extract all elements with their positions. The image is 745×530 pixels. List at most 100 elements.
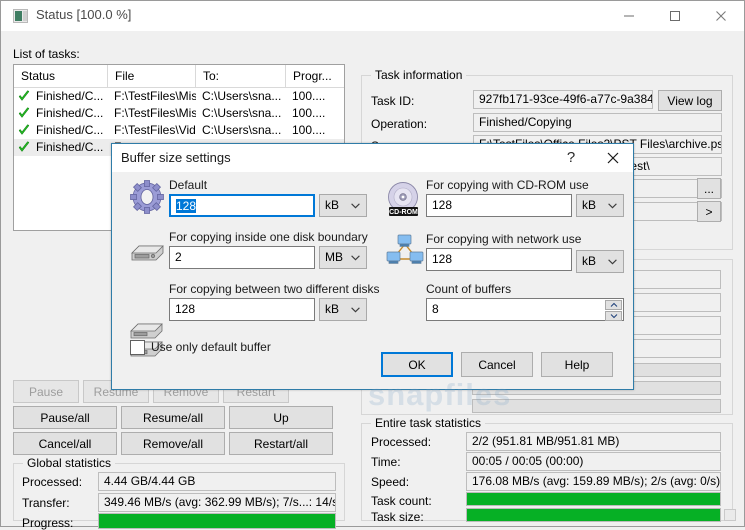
global-transfer-label: Transfer: <box>22 496 70 510</box>
task-count-progress-bar <box>466 492 721 506</box>
entire-task-count-label: Task count: <box>371 494 432 508</box>
column-header-to[interactable]: To: <box>196 65 286 87</box>
default-unit-combo[interactable]: kB <box>319 194 367 217</box>
up-button[interactable]: Up <box>229 406 333 429</box>
spinner-down-button[interactable] <box>605 311 622 321</box>
restart-all-button[interactable]: Restart/all <box>229 432 333 455</box>
cell-file: F:\TestFiles\Mis... <box>114 106 196 120</box>
dialog-help-icon-button[interactable]: ? <box>552 144 590 172</box>
cdrom-input-value: 128 <box>432 198 453 212</box>
inside-disk-label: For copying inside one disk boundary <box>169 230 368 244</box>
minimize-icon <box>624 15 634 17</box>
cell-status: Finished/C... <box>36 140 104 154</box>
ok-button[interactable]: OK <box>381 352 453 377</box>
global-progress-fill <box>99 514 335 528</box>
status-window: Status [100.0 %] List of tasks: Status F… <box>0 0 745 530</box>
browse-button[interactable]: ... <box>697 178 721 199</box>
default-label: Default <box>169 178 208 192</box>
global-progress-label: Progress: <box>22 516 74 530</box>
entire-task-statistics-group: Entire task statistics Processed: 2/2 (9… <box>361 416 733 524</box>
chevron-down-icon <box>351 203 360 209</box>
task-count-progress-fill <box>467 493 720 505</box>
minimize-button[interactable] <box>606 1 652 31</box>
dialog-close-button[interactable] <box>593 144 633 172</box>
inside-disk-input[interactable]: 2 <box>169 246 315 269</box>
operation-value: Finished/Copying <box>473 113 722 132</box>
cdrom-unit-combo[interactable]: kB <box>576 194 624 217</box>
task-information-title: Task information <box>371 68 467 82</box>
finished-check-icon <box>18 141 30 152</box>
global-statistics-title: Global statistics <box>23 456 116 470</box>
default-unit-value: kB <box>325 198 340 212</box>
cell-to: C:\Users\sna... <box>202 123 282 137</box>
column-header-progress[interactable]: Progr... <box>286 65 344 87</box>
network-input-value: 128 <box>432 252 453 266</box>
network-label: For copying with network use <box>426 232 582 246</box>
resume-all-button[interactable]: Resume/all <box>121 406 225 429</box>
maximize-button[interactable] <box>652 1 698 31</box>
resize-grip[interactable] <box>724 509 736 521</box>
between-disks-label: For copying between two different disks <box>169 282 380 296</box>
cancel-all-button[interactable]: Cancel/all <box>13 432 117 455</box>
use-only-default-buffer-checkbox[interactable] <box>130 340 145 355</box>
buffer-size-settings-dialog: Buffer size settings ? snapfiles CD-ROM … <box>111 143 634 412</box>
cell-status: Finished/C... <box>36 89 104 103</box>
entire-time-value: 00:05 / 00:05 (00:00) <box>466 452 721 471</box>
close-icon <box>716 11 726 21</box>
cell-file: F:\TestFiles\Mis... <box>114 89 196 103</box>
spinner-up-button[interactable] <box>605 300 622 310</box>
table-row[interactable]: Finished/C... F:\TestFiles\Mis... C:\Use… <box>14 105 344 122</box>
default-input-value: 128 <box>176 199 197 213</box>
pause-all-button[interactable]: Pause/all <box>13 406 117 429</box>
maximize-icon <box>670 11 680 21</box>
window-titlebar: Status [100.0 %] <box>1 1 744 31</box>
operation-label: Operation: <box>371 117 428 131</box>
help-button[interactable]: Help <box>541 352 613 377</box>
remove-all-button[interactable]: Remove/all <box>121 432 225 455</box>
count-of-buffers-label: Count of buffers <box>426 282 512 296</box>
table-row[interactable]: Finished/C... F:\TestFiles\Vid... C:\Use… <box>14 122 344 139</box>
column-header-file[interactable]: File <box>108 65 196 87</box>
next-button[interactable]: > <box>697 201 721 222</box>
count-of-buffers-spinner[interactable] <box>605 300 622 321</box>
column-header-status[interactable]: Status <box>14 65 108 87</box>
task-size-progress-bar <box>466 508 721 522</box>
gear-icon <box>130 180 164 214</box>
cell-to: C:\Users\sna... <box>202 89 282 103</box>
entire-speed-label: Speed: <box>371 475 410 489</box>
window-title: Status [100.0 %] <box>36 7 132 22</box>
cdrom-input[interactable]: 128 <box>426 194 572 217</box>
chevron-down-icon <box>608 259 617 265</box>
default-input[interactable]: 128 <box>169 194 315 217</box>
dialog-titlebar: Buffer size settings ? <box>112 144 633 172</box>
inside-disk-unit-value: MB <box>325 250 343 264</box>
finished-check-icon <box>18 124 30 135</box>
chevron-down-icon <box>610 314 617 319</box>
count-of-buffers-input[interactable]: 8 <box>426 298 624 321</box>
table-row[interactable]: Finished/C... F:\TestFiles\Mis... C:\Use… <box>14 88 344 105</box>
network-icon <box>386 234 424 264</box>
view-log-button[interactable]: View log <box>658 90 722 111</box>
cell-file: F:\TestFiles\Vid... <box>114 123 196 137</box>
inside-disk-unit-combo[interactable]: MB <box>319 246 367 269</box>
task-id-label: Task ID: <box>371 94 415 108</box>
app-icon <box>13 9 28 23</box>
pause-button[interactable]: Pause <box>13 380 79 403</box>
entire-time-label: Time: <box>371 455 401 469</box>
cell-status: Finished/C... <box>36 106 104 120</box>
finished-check-icon <box>18 107 30 118</box>
tasks-list-label: List of tasks: <box>13 47 80 61</box>
network-unit-value: kB <box>582 254 597 268</box>
between-disks-input[interactable]: 128 <box>169 298 315 321</box>
cancel-button[interactable]: Cancel <box>461 352 533 377</box>
network-unit-combo[interactable]: kB <box>576 250 624 273</box>
between-disks-unit-combo[interactable]: kB <box>319 298 367 321</box>
cdrom-unit-value: kB <box>582 198 597 212</box>
cell-to: C:\Users\sna... <box>202 106 282 120</box>
network-input[interactable]: 128 <box>426 248 572 271</box>
close-button[interactable] <box>698 1 744 31</box>
listview-header: Status File To: Progr... <box>14 65 344 88</box>
global-statistics-group: Global statistics Processed: 4.44 GB/4.4… <box>13 456 345 530</box>
global-processed-value: 4.44 GB/4.44 GB <box>98 472 336 491</box>
cd-rom-icon: CD-ROM <box>388 182 418 216</box>
